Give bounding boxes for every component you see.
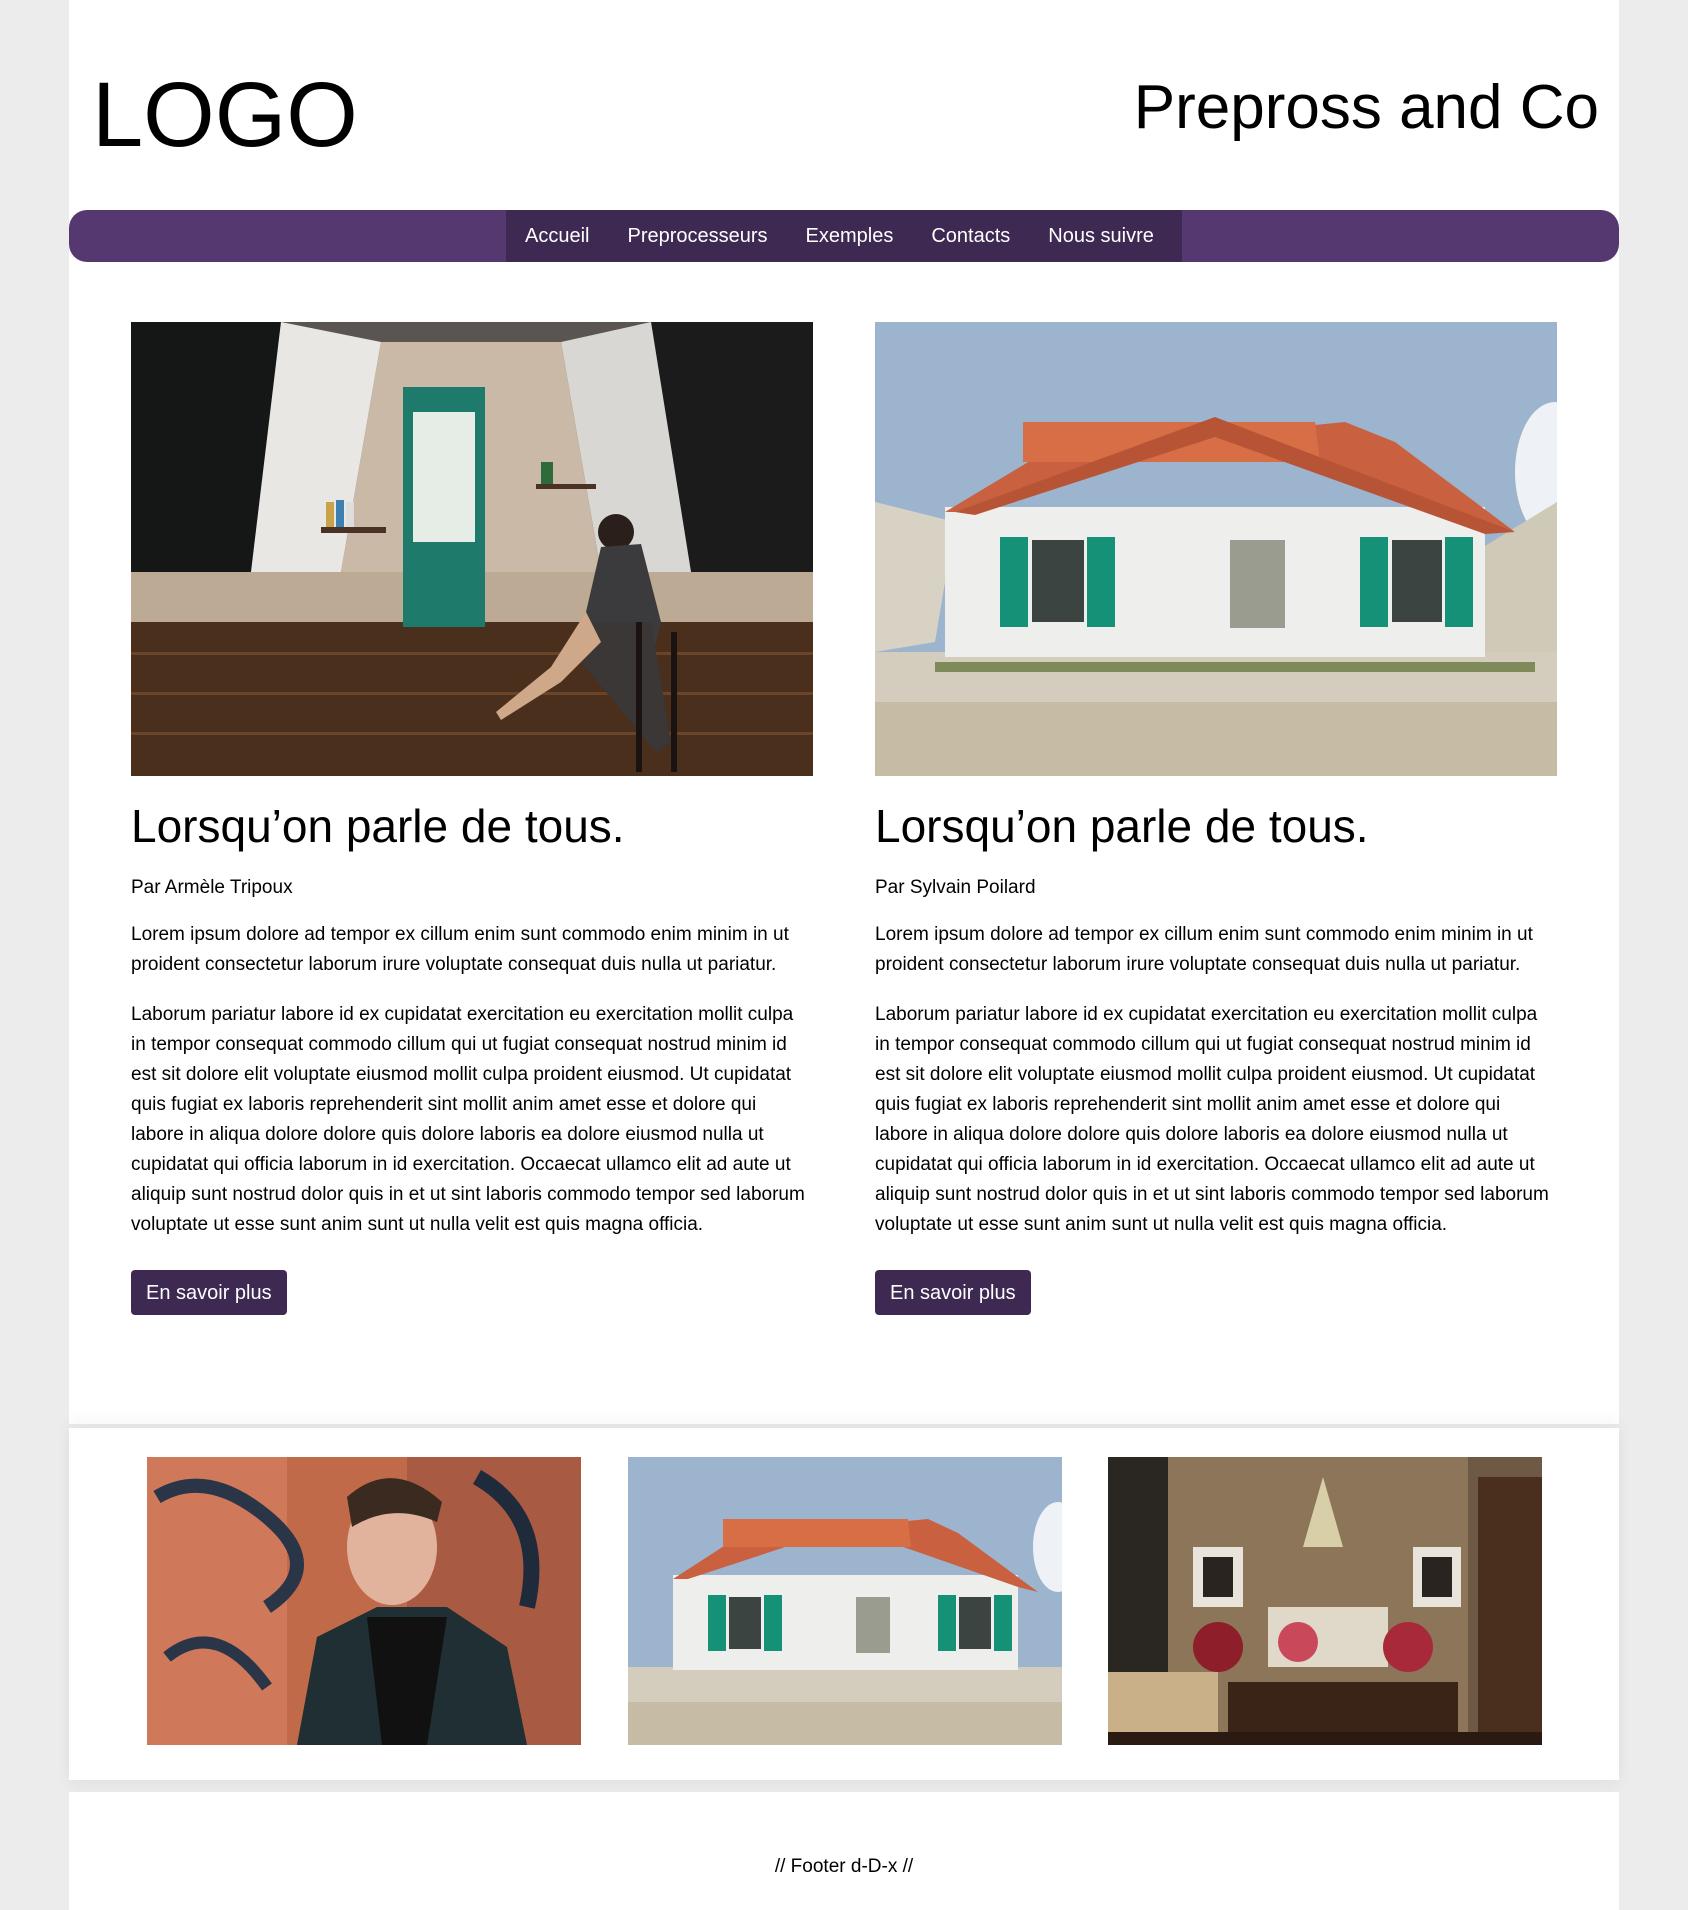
article-author: Par Sylvain Poilard — [875, 877, 1036, 898]
header: LOGO Prepross and Co — [69, 0, 1619, 210]
article-intro: Lorem ipsum dolore ad tempor ex cillum e… — [131, 924, 789, 975]
white-house-image — [628, 1457, 1062, 1745]
article-title: Lorsqu’on parle de tous. — [875, 800, 1369, 852]
page: LOGO Prepross and Co Accueil Preprocesse… — [69, 0, 1619, 1910]
article-author: Par Armèle Tripoux — [131, 877, 293, 898]
nav-item-contacts[interactable]: Contacts — [912, 210, 1029, 262]
nav-menu: Accueil Preprocesseurs Exemples Contacts… — [506, 210, 1182, 262]
image-gallery — [69, 1428, 1619, 1780]
nav-item-nous-suivre[interactable]: Nous suivre — [1029, 210, 1173, 262]
article-card: Lorsqu’on parle de tous. Par Armèle Trip… — [131, 322, 813, 1315]
article-card: Lorsqu’on parle de tous. Par Sylvain Poi… — [875, 322, 1557, 1315]
article-body: Laborum pariatur labore id ex cupidatat … — [875, 1004, 1549, 1235]
article-intro: Lorem ipsum dolore ad tempor ex cillum e… — [875, 924, 1533, 975]
footer: // Footer d-D-x // — [69, 1792, 1619, 1910]
article-body: Laborum pariatur labore id ex cupidatat … — [131, 1004, 805, 1235]
article-title: Lorsqu’on parle de tous. — [131, 800, 625, 852]
site-title: Prepross and Co — [1133, 73, 1599, 142]
nav-item-preprocesseurs[interactable]: Preprocesseurs — [608, 210, 786, 262]
main-content: Lorsqu’on parle de tous. Par Armèle Trip… — [69, 262, 1619, 1424]
nav-item-exemples[interactable]: Exemples — [787, 210, 913, 262]
nav-item-accueil[interactable]: Accueil — [506, 210, 608, 262]
read-more-button[interactable]: En savoir plus — [875, 1270, 1031, 1315]
read-more-button[interactable]: En savoir plus — [131, 1270, 287, 1315]
footer-text: // Footer d-D-x // — [774, 1856, 914, 1877]
attic-room-image — [131, 322, 813, 776]
main-navigation: Accueil Preprocesseurs Exemples Contacts… — [69, 210, 1619, 262]
man-leather-jacket-image — [147, 1457, 581, 1745]
living-room-image — [1108, 1457, 1542, 1745]
white-house-image — [875, 322, 1557, 776]
logo[interactable]: LOGO — [92, 60, 358, 170]
